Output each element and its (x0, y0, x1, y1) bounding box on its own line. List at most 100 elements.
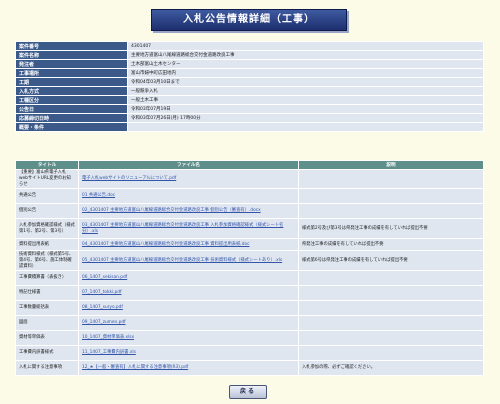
table-row: 工事費内訳書様式 11_1407_工事費内訳書.xls (15, 345, 484, 361)
doc-file-cell: 01 共通公告.doc (78, 188, 299, 204)
info-value (127, 122, 484, 132)
info-value: 令和03年07月19日 (127, 104, 484, 114)
doc-description (298, 285, 484, 301)
doc-file-cell: 09_1407_zumen.pdf (78, 315, 299, 331)
doc-description (298, 169, 484, 189)
doc-title: 技術資料様式（様式第5号、第4号、第6号、施工体制確認資料） (15, 250, 79, 271)
doc-file-link[interactable]: 10_1407_資材単価表.xlsx (82, 335, 134, 340)
info-value: 4301407 (127, 41, 484, 51)
doc-description (298, 188, 484, 204)
info-label: 工期 (15, 77, 128, 87)
doc-description (298, 315, 484, 331)
doc-description: 様式第6号は県発注工事の成績を有していれば提出不要 (298, 250, 484, 271)
doc-title: 【重要】富山県電子入札webサイトURL変更のお知らせ (15, 169, 79, 189)
doc-file-cell: 10_1407_資材単価表.xlsx (78, 330, 299, 346)
table-row: 個別公告 02_4301407 主要地方道富山八尾線道路総合交付金道路改良工事 … (15, 203, 484, 219)
table-row: 資料提出用表紙 04_4301407 主要地方道富山八尾線道路総合交付金道路改良… (15, 238, 484, 251)
table-row: 工事数量総括表 08_1407_suryo.pdf (15, 300, 484, 316)
doc-file-cell: 12_★【一般・審査有】入札に関する注意事項(R3).pdf (78, 360, 299, 376)
doc-file-cell: 電子入札webサイトのリニューアルについて.pdf (78, 169, 299, 189)
table-row: 技術資料様式（様式第5号、第4号、第6号、施工体制確認資料） 05_430140… (15, 250, 484, 271)
table-row: 特記仕様書 07_1407_tokki.pdf (15, 285, 484, 301)
doc-file-link[interactable]: 05_4301407 主要地方道富山八尾線道路総合交付金道路改良工事 技術資料様… (82, 258, 282, 263)
doc-title: 個別公告 (15, 203, 79, 219)
doc-title: 工事費積算書（表抜き） (15, 270, 79, 286)
doc-file-cell: 07_1407_tokki.pdf (78, 285, 299, 301)
doc-title: 工事数量総括表 (15, 300, 79, 316)
doc-title: 入札参加資格確認様式（様式第1号、第2号、第3号） (15, 218, 79, 239)
doc-description (298, 330, 484, 346)
info-label: 公告日 (15, 104, 128, 114)
info-row: 公告日 令和03年07月19日 (15, 104, 484, 114)
doc-file-cell: 11_1407_工事費内訳書.xls (78, 345, 299, 361)
column-header-file: ファイル名 (78, 160, 299, 170)
info-row: 案件名称 主要地方道富山八尾線道路総合交付金道路改良工事 (15, 50, 484, 60)
doc-file-link[interactable]: 電子入札webサイトのリニューアルについて.pdf (82, 176, 176, 181)
doc-file-link[interactable]: 02_4301407 主要地方道富山八尾線道路総合交付金道路改良工事 個別公告（… (82, 208, 261, 213)
info-label: 案件名称 (15, 50, 128, 60)
table-row: 入札参加資格確認様式（様式第1号、第2号、第3号） 03_4301407 主要地… (15, 218, 484, 239)
doc-file-cell: 08_1407_suryo.pdf (78, 300, 299, 316)
doc-description (298, 203, 484, 219)
column-header-description: 説明 (298, 160, 484, 170)
doc-file-link[interactable]: 01 共通公告.doc (82, 193, 115, 198)
doc-description: 県発注工事の成績を有していれば提出不要 (298, 238, 484, 251)
info-value: 富山市婦中町広田地内 (127, 68, 484, 78)
info-row: 発注者 土木部富山土木センター (15, 59, 484, 69)
info-row: 工期 令和04年03月10日まで (15, 77, 484, 87)
doc-title: 工事費内訳書様式 (15, 345, 79, 361)
info-label: 工種区分 (15, 95, 128, 105)
info-row: 工事場所 富山市婦中町広田地内 (15, 68, 484, 78)
table-row: 入札に関する注意事項 12_★【一般・審査有】入札に関する注意事項(R3).pd… (15, 360, 484, 376)
info-label: 発注者 (15, 59, 128, 69)
column-header-title: タイトル (15, 160, 79, 170)
table-row: 資材等単価表 10_1407_資材単価表.xlsx (15, 330, 484, 346)
info-value: 令和03年07月26日(月) 17時00分 (127, 113, 484, 123)
doc-title: 資材等単価表 (15, 330, 79, 346)
info-row: 応募締切日時 令和03年07月26日(月) 17時00分 (15, 113, 484, 123)
doc-description (298, 300, 484, 316)
doc-file-cell: 05_4301407 主要地方道富山八尾線道路総合交付金道路改良工事 技術資料様… (78, 250, 299, 271)
project-info-table: 案件番号 4301407 案件名称 主要地方道富山八尾線道路総合交付金道路改良工事 … (15, 41, 484, 132)
doc-description (298, 270, 484, 286)
table-row: 工事費積算書（表抜き） 06_1407_sekisan.pdf (15, 270, 484, 286)
info-row: 概要・条件 (15, 122, 484, 132)
doc-title: 入札に関する注意事項 (15, 360, 79, 376)
info-value: 一般土木工事 (127, 95, 484, 105)
doc-file-cell: 03_4301407 主要地方道富山八尾線道路総合交付金道路改良工事 入札参加資… (78, 218, 299, 239)
page-title: 入札公告情報詳細（工事） (151, 9, 347, 31)
table-row: 共通公告 01 共通公告.doc (15, 188, 484, 204)
info-value: 令和04年03月10日まで (127, 77, 484, 87)
doc-title: 共通公告 (15, 188, 79, 204)
info-value: 土木部富山土木センター (127, 59, 484, 69)
back-button[interactable]: 戻る (229, 385, 267, 399)
table-row: 図面 09_1407_zumen.pdf (15, 315, 484, 331)
info-row: 入札方式 一般競争入札 (15, 86, 484, 96)
info-label: 応募締切日時 (15, 113, 128, 123)
info-value: 一般競争入札 (127, 86, 484, 96)
info-row: 工種区分 一般土木工事 (15, 95, 484, 105)
doc-title: 資料提出用表紙 (15, 238, 79, 251)
doc-title: 特記仕様書 (15, 285, 79, 301)
doc-file-link[interactable]: 04_4301407 主要地方道富山八尾線道路総合交付金道路改良工事 資料提出用… (82, 242, 249, 247)
info-label: 概要・条件 (15, 122, 128, 132)
doc-description (298, 345, 484, 361)
doc-description: 入札参加の際、必ずご確認ください。 (298, 360, 484, 376)
info-label: 工事場所 (15, 68, 128, 78)
doc-file-cell: 06_1407_sekisan.pdf (78, 270, 299, 286)
doc-file-link[interactable]: 07_1407_tokki.pdf (82, 290, 122, 295)
table-row: 【重要】富山県電子入札webサイトURL変更のお知らせ 電子入札webサイトのリ… (15, 169, 484, 189)
doc-description: 様式第2号及び第3号は県発注工事の成績を有していれば提出不要 (298, 218, 484, 239)
doc-file-link[interactable]: 12_★【一般・審査有】入札に関する注意事項(R3).pdf (82, 365, 188, 370)
doc-file-cell: 04_4301407 主要地方道富山八尾線道路総合交付金道路改良工事 資料提出用… (78, 238, 299, 251)
documents-table: タイトル ファイル名 説明 【重要】富山県電子入札webサイトURL変更のお知ら… (15, 160, 484, 376)
doc-file-link[interactable]: 09_1407_zumen.pdf (82, 320, 126, 325)
doc-file-cell: 02_4301407 主要地方道富山八尾線道路総合交付金道路改良工事 個別公告（… (78, 203, 299, 219)
doc-file-link[interactable]: 06_1407_sekisan.pdf (82, 275, 127, 280)
info-value: 主要地方道富山八尾線道路総合交付金道路改良工事 (127, 50, 484, 60)
doc-title: 図面 (15, 315, 79, 331)
doc-file-link[interactable]: 03_4301407 主要地方道富山八尾線道路総合交付金道路改良工事 入札参加資… (82, 223, 283, 234)
doc-file-link[interactable]: 11_1407_工事費内訳書.xls (82, 350, 136, 355)
doc-file-link[interactable]: 08_1407_suryo.pdf (82, 305, 123, 310)
info-label: 案件番号 (15, 41, 128, 51)
